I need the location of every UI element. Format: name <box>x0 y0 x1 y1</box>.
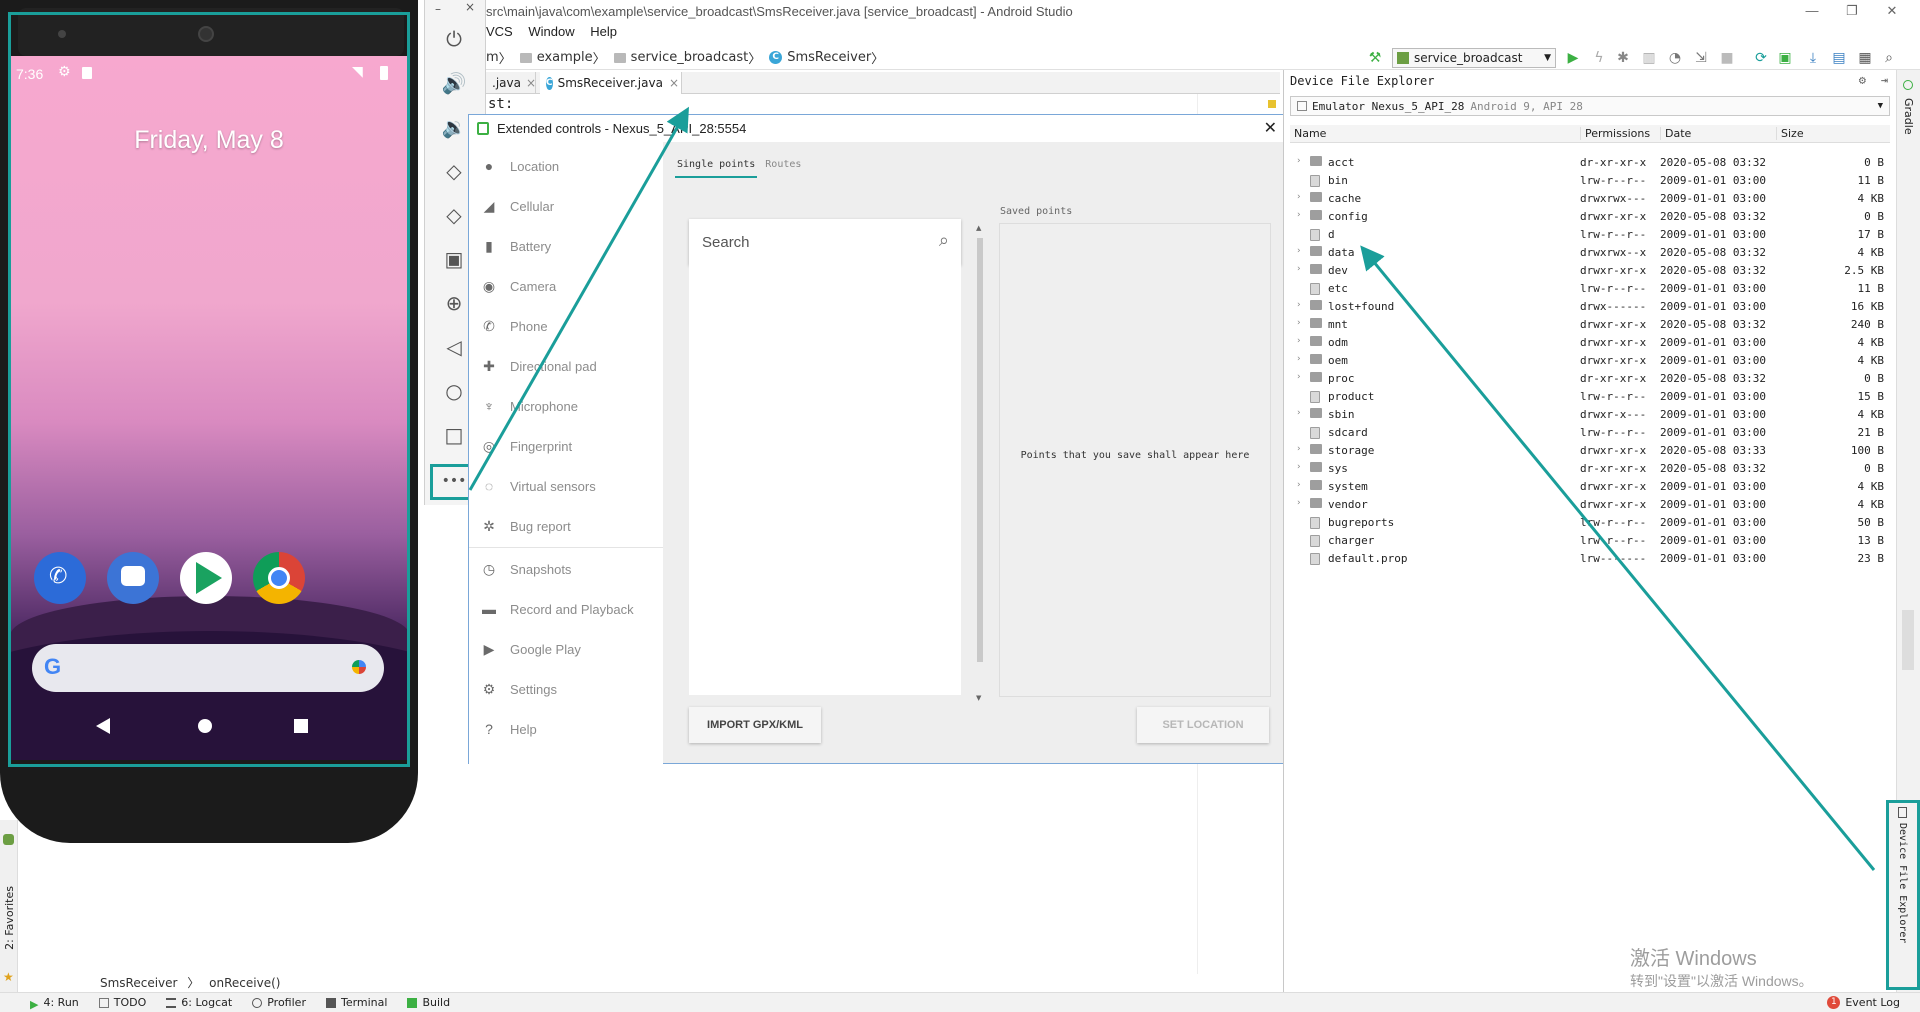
arrow-to-file-explorer <box>1360 245 1876 871</box>
annotation-arrows <box>468 106 1876 871</box>
arrow-to-extended-controls <box>468 106 689 491</box>
